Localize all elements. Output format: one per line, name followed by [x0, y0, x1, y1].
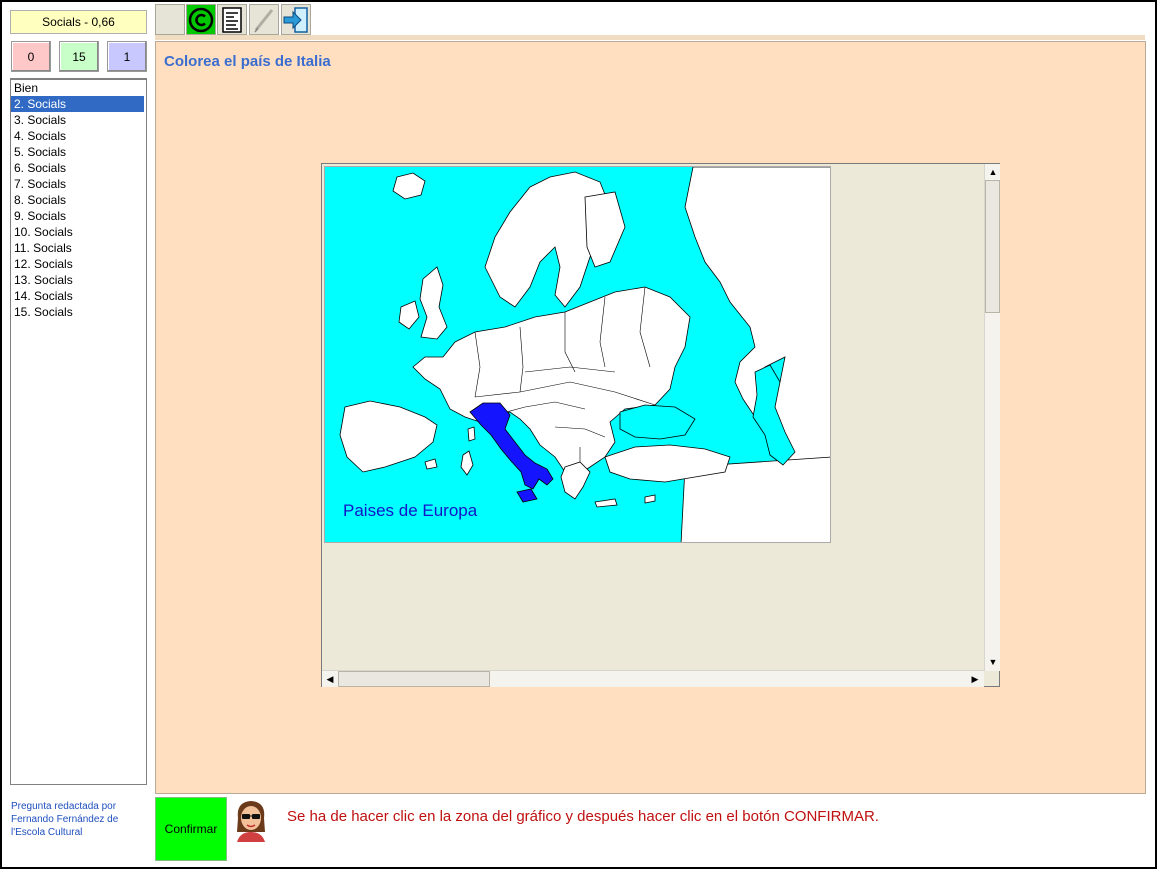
vertical-scrollbar[interactable]: ▲ ▼ — [984, 164, 1000, 671]
question-text: Colorea el país de Italia — [164, 53, 331, 70]
list-item[interactable]: 13. Socials — [11, 272, 146, 288]
scroll-right-icon[interactable]: ▶ — [967, 671, 983, 687]
list-item[interactable]: 4. Socials — [11, 128, 146, 144]
document-icon[interactable] — [217, 4, 247, 35]
total-count: 15 — [59, 41, 99, 72]
scroll-left-icon[interactable]: ◀ — [322, 671, 338, 687]
list-item[interactable]: 10. Socials — [11, 224, 146, 240]
avatar — [232, 798, 270, 842]
exit-icon[interactable] — [281, 4, 311, 35]
map-viewport[interactable]: Paises de Europa ▲ ▼ ◀ ▶ — [321, 163, 1000, 687]
list-item[interactable]: 11. Socials — [11, 240, 146, 256]
list-item[interactable]: 9. Socials — [11, 208, 146, 224]
wrong-count: 0 — [11, 41, 51, 72]
credits-text: Pregunta redactada por Fernando Fernánde… — [11, 801, 119, 838]
list-item[interactable]: 7. Socials — [11, 176, 146, 192]
pen-icon[interactable] — [249, 4, 279, 35]
europe-map-graphic[interactable]: Paises de Europa — [325, 167, 831, 543]
confirm-button[interactable]: Confirmar — [155, 797, 227, 861]
list-item[interactable]: Bien — [11, 80, 146, 96]
list-item[interactable]: 12. Socials — [11, 256, 146, 272]
copyright-icon[interactable] — [186, 4, 216, 35]
list-item[interactable]: 8. Socials — [11, 192, 146, 208]
question-list[interactable]: Bien 2. Socials 3. Socials 4. Socials 5.… — [10, 78, 147, 785]
toolbar — [155, 2, 1155, 36]
scroll-down-icon[interactable]: ▼ — [985, 654, 1001, 670]
scroll-up-icon[interactable]: ▲ — [985, 164, 1001, 180]
main-panel: Colorea el país de Italia Paises de Euro… — [155, 41, 1146, 794]
list-item[interactable]: 14. Socials — [11, 288, 146, 304]
toolbar-divider — [155, 35, 1145, 40]
list-item-selected[interactable]: 2. Socials — [11, 96, 144, 112]
instructions-text: Se ha de hacer clic en la zona del gráfi… — [287, 808, 879, 825]
europe-map[interactable]: Paises de Europa — [324, 166, 831, 543]
list-item[interactable]: 15. Socials — [11, 304, 146, 320]
list-item[interactable]: 5. Socials — [11, 144, 146, 160]
list-item[interactable]: 3. Socials — [11, 112, 146, 128]
horizontal-scrollbar[interactable]: ◀ ▶ — [322, 670, 984, 687]
quiz-title: Socials - 0,66 — [10, 10, 147, 34]
vertical-scroll-thumb[interactable] — [985, 180, 1000, 313]
horizontal-scroll-thumb[interactable] — [338, 671, 490, 687]
right-count: 1 — [107, 41, 147, 72]
map-label: Paises de Europa — [343, 501, 478, 520]
blank-button[interactable] — [155, 4, 185, 35]
list-item[interactable]: 6. Socials — [11, 160, 146, 176]
